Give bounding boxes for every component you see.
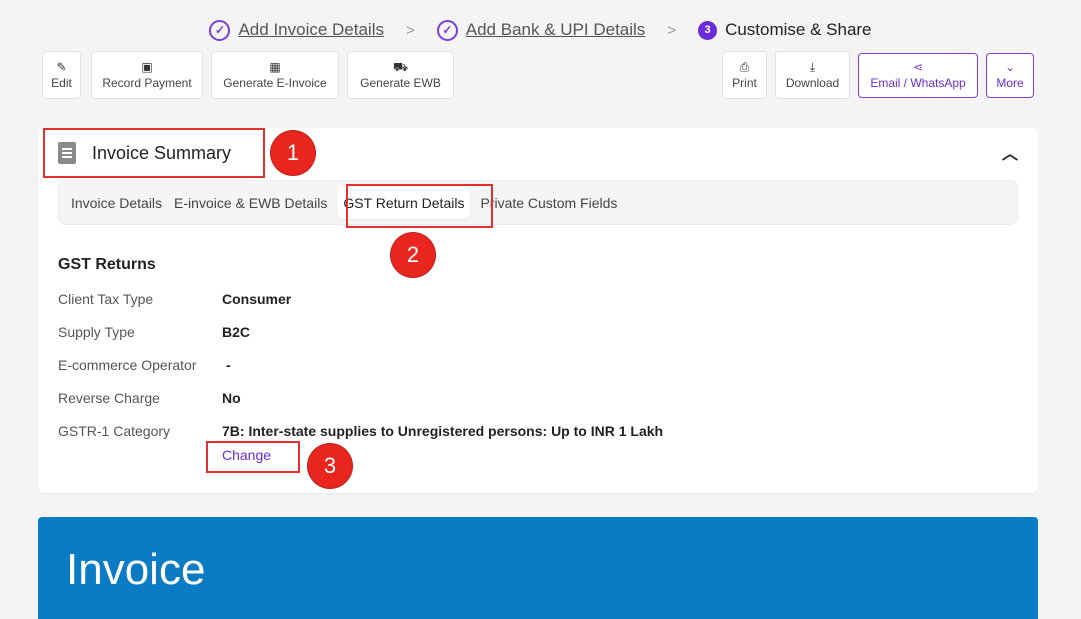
pencil-icon: ✎ [56, 59, 67, 74]
invoice-preview-banner: Invoice [38, 517, 1038, 619]
email-whatsapp-label: Email / WhatsApp [870, 76, 966, 90]
invoice-title: Invoice [66, 545, 206, 594]
download-label: Download [785, 75, 840, 90]
chevron-up-icon[interactable]: ︿ [1002, 140, 1018, 164]
check-circle-icon: ✓ [436, 19, 458, 41]
record-payment-label: Record Payment [102, 75, 192, 90]
step-number-badge: 3 [698, 20, 718, 40]
detail-value: B2C [222, 324, 251, 340]
more-label: More [996, 76, 1024, 90]
generate-ewb-label: Generate EWB [360, 75, 441, 90]
truck-icon: ⛟ [392, 59, 409, 74]
change-link[interactable]: Change [222, 447, 271, 463]
tab-gst-return-details[interactable]: GST Return Details [337, 186, 471, 219]
generate-einvoice-label: Generate E-Invoice [223, 75, 327, 90]
step-label: Customise & Share [725, 20, 872, 39]
record-payment-button[interactable]: ▣ Record Payment [91, 51, 203, 99]
detail-key: Reverse Charge [58, 390, 160, 406]
invoice-summary-card: Invoice Summary ︿ Invoice Details E-invo… [38, 128, 1038, 493]
annotation-badge: 2 [391, 233, 435, 277]
qr-code-icon: ▦ [269, 59, 281, 74]
tab-einvoice-ewb-details[interactable]: E-invoice & EWB Details [168, 187, 333, 219]
email-whatsapp-button[interactable]: ⋖ Email / WhatsApp [858, 53, 978, 98]
invoice-summary-header[interactable]: Invoice Summary [58, 142, 231, 164]
tab-invoice-details[interactable]: Invoice Details [65, 187, 168, 219]
section-title: GST Returns [58, 256, 156, 273]
detail-row: Supply Type B2C [58, 324, 250, 340]
detail-row: Reverse Charge No [58, 390, 241, 406]
more-button[interactable]: ⌄ More [986, 53, 1034, 98]
chevron-down-icon: ⌄ [1004, 60, 1016, 74]
detail-key: Client Tax Type [58, 291, 154, 307]
edit-button[interactable]: ✎ Edit [42, 51, 81, 99]
detail-row: GSTR-1 Category 7B: Inter-state supplies… [58, 423, 663, 439]
step-add-invoice-details[interactable]: ✓ Add Invoice Details [209, 19, 384, 41]
print-label: Print [732, 75, 757, 90]
summary-tabs: Invoice Details E-invoice & EWB Details … [58, 180, 1018, 225]
step-label[interactable]: Add Invoice Details [238, 20, 384, 40]
step-label[interactable]: Add Bank & UPI Details [466, 20, 646, 40]
printer-icon: ⎙ [739, 59, 750, 74]
detail-row: E-commerce Operator - [58, 357, 231, 373]
check-circle-icon: ✓ [209, 19, 231, 41]
edit-label: Edit [51, 75, 72, 90]
chevron-right-icon: > [667, 21, 677, 39]
download-button[interactable]: ⤓ Download [775, 51, 850, 99]
detail-key: Supply Type [58, 324, 135, 340]
receipt-icon [58, 142, 76, 164]
annotation-badge: 3 [308, 444, 352, 488]
step-customise-share: 3 Customise & Share [698, 20, 872, 40]
chevron-right-icon: > [406, 21, 415, 39]
detail-key: GSTR-1 Category [58, 423, 171, 439]
tab-private-custom-fields[interactable]: Private Custom Fields [474, 187, 623, 219]
progress-stepper: ✓ Add Invoice Details > ✓ Add Bank & UPI… [0, 18, 1081, 42]
step-add-bank-upi-details[interactable]: ✓ Add Bank & UPI Details [436, 19, 646, 41]
generate-einvoice-button[interactable]: ▦ Generate E-Invoice [211, 51, 339, 99]
detail-value: - [226, 357, 231, 373]
generate-ewb-button[interactable]: ⛟ Generate EWB [347, 51, 454, 99]
detail-value: 7B: Inter-state supplies to Unregistered… [222, 423, 664, 439]
share-icon: ⋖ [912, 60, 924, 74]
print-button[interactable]: ⎙ Print [722, 51, 767, 99]
cash-icon: ▣ [141, 59, 153, 74]
download-icon: ⤓ [809, 59, 816, 74]
detail-value: Consumer [222, 291, 292, 307]
detail-row: Client Tax Type Consumer [58, 291, 291, 307]
detail-key: E-commerce Operator [58, 357, 197, 373]
annotation-badge: 1 [271, 131, 315, 175]
detail-value: No [222, 390, 241, 406]
invoice-summary-title: Invoice Summary [92, 142, 232, 163]
